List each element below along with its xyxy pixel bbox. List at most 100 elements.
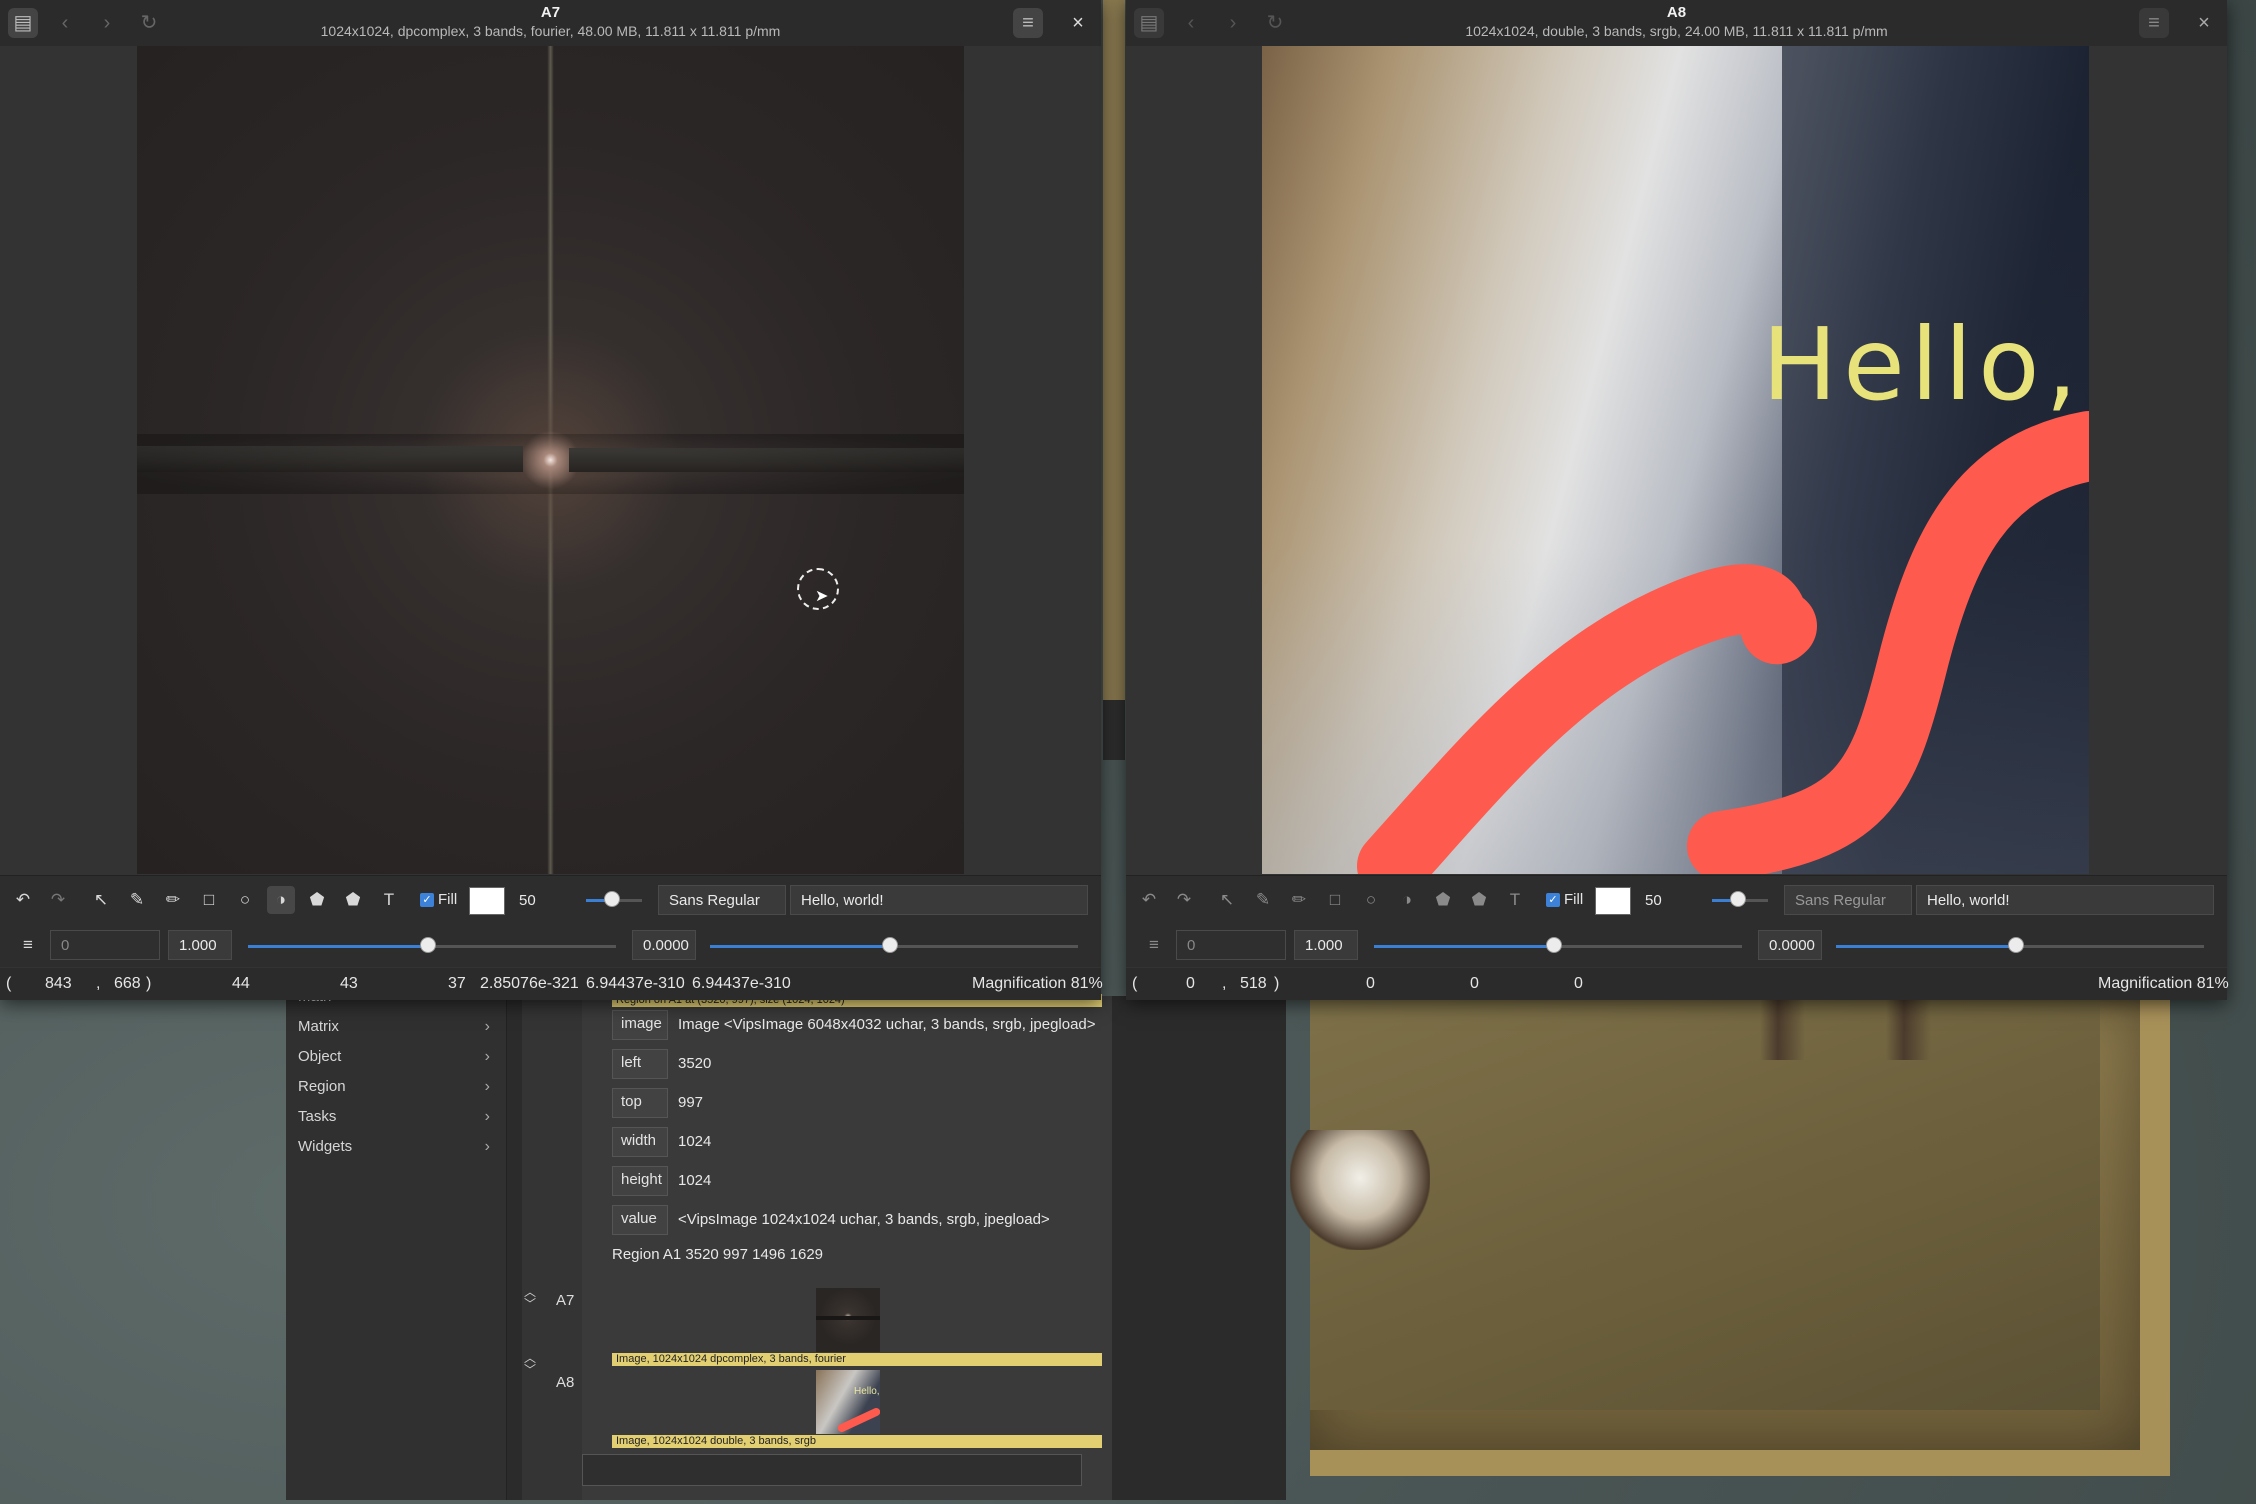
status-value-2: 0 [1470, 975, 1479, 992]
row-name-a8[interactable]: A8 [556, 1374, 574, 1391]
flood-tool-icon[interactable]: ◑ [1393, 886, 1421, 914]
paint-strokes [1357, 411, 2089, 874]
property-value[interactable]: Image <VipsImage 6048x4032 uchar, 3 band… [678, 1008, 1096, 1042]
brush-tool-icon[interactable]: ✎ [123, 886, 151, 914]
menu-item-matrix[interactable]: Matrix › [286, 1012, 506, 1042]
row-updown-control[interactable]: ︿ ﹀ [524, 1352, 536, 1376]
text-entry[interactable]: Hello, world! [790, 885, 1088, 915]
fill-shape-tool-icon[interactable]: ⬟ [303, 886, 331, 914]
property-value[interactable]: 3520 [678, 1047, 711, 1081]
slider-knob[interactable] [604, 891, 620, 907]
menu-item-widgets[interactable]: Widgets › [286, 1132, 506, 1162]
slider-knob[interactable] [420, 937, 436, 953]
brush-size-field[interactable]: 50 [508, 885, 568, 915]
chevron-right-icon: › [484, 1048, 490, 1065]
paint-toolbar: ↶ ↷ ↖ ✎ ✏ □ ○ ◑ ⬟ ⬟ T ✓ Fill 50 Sans Reg… [1126, 875, 2227, 939]
property-key: left [612, 1049, 668, 1079]
display-toolbar: ≡ 0 1.000 0.0000 [1126, 923, 2227, 967]
fill-checkbox[interactable]: ✓ [420, 893, 434, 907]
workspace-window: Math › Matrix › Object › Region › Tasks … [286, 988, 1286, 1500]
slider-knob[interactable] [1546, 937, 1562, 953]
window-subtitle: 1024x1024, dpcomplex, 3 bands, fourier, … [320, 23, 781, 39]
property-value[interactable]: 997 [678, 1086, 703, 1120]
image-viewer[interactable]: Hello, [1126, 46, 2227, 874]
slider-knob[interactable] [882, 937, 898, 953]
fill-shape-tool-icon[interactable]: ⬟ [1429, 886, 1457, 914]
page-spin[interactable]: 0 [1176, 930, 1286, 960]
rectangle-tool-icon[interactable]: □ [1321, 886, 1349, 914]
window-title: A8 [1666, 4, 1687, 21]
brush-tool-icon[interactable]: ✎ [1249, 886, 1277, 914]
fourier-image-canvas[interactable] [137, 46, 964, 874]
background-dark-strip [1103, 700, 1125, 760]
font-button[interactable]: Sans Regular 48 [1784, 885, 1912, 939]
menu-item-tasks[interactable]: Tasks › [286, 1102, 506, 1132]
redo-icon[interactable]: ↷ [1170, 886, 1198, 914]
scale-field[interactable]: 1.000 [1294, 930, 1358, 960]
offset-slider[interactable] [1836, 937, 2204, 953]
flood-tool-icon[interactable]: ◑ [267, 886, 295, 914]
brush-size-slider[interactable] [586, 891, 642, 907]
hamburger-menu-icon[interactable]: ≡ [1013, 8, 1043, 38]
command-entry[interactable] [582, 1454, 1082, 1486]
status-value-2: 43 [340, 975, 358, 992]
status-x: 0 [1186, 975, 1195, 992]
font-button[interactable]: Sans Regular 48 [658, 885, 786, 939]
undo-icon[interactable]: ↶ [9, 886, 37, 914]
display-menu-icon[interactable]: ≡ [14, 931, 42, 959]
slider-knob[interactable] [2008, 937, 2024, 953]
property-value[interactable]: 1024 [678, 1125, 711, 1159]
close-icon[interactable]: × [2189, 8, 2219, 38]
menu-item-object[interactable]: Object › [286, 1042, 506, 1072]
menu-item-label: Object [298, 1048, 342, 1065]
window-subtitle: 1024x1024, double, 3 bands, srgb, 24.00 … [1465, 23, 1888, 39]
scale-slider[interactable] [248, 937, 616, 953]
image-window-a8: ▤ ‹ › ↻ A8 1024x1024, double, 3 bands, s… [1126, 0, 2229, 1000]
hamburger-menu-icon[interactable]: ≡ [2139, 8, 2169, 38]
mouse-pointer-icon: ➤ [815, 588, 829, 605]
ellipse-tool-icon[interactable]: ○ [231, 886, 259, 914]
pen-tool-icon[interactable]: ✏ [1285, 886, 1313, 914]
select-tool-icon[interactable]: ↖ [87, 886, 115, 914]
fill-checkbox[interactable]: ✓ [1546, 893, 1560, 907]
close-icon[interactable]: × [1063, 8, 1093, 38]
row-updown-control[interactable]: ︿ ﹀ [524, 1286, 536, 1310]
status-bar: ( 843 , 668 ) 44 43 37 2.85076e-321 6.94… [0, 968, 1103, 1000]
bucket-tool-icon[interactable]: ⬟ [339, 886, 367, 914]
row-thumbnail-a7[interactable] [816, 1288, 880, 1352]
display-menu-icon[interactable]: ≡ [1140, 931, 1168, 959]
photo-image-canvas[interactable]: Hello, [1262, 46, 2089, 874]
font-name: Sans Regular [1795, 892, 1886, 909]
menu-item-label: Widgets [298, 1138, 353, 1155]
offset-field[interactable]: 0.0000 [632, 930, 696, 960]
text-tool-icon[interactable]: T [1501, 886, 1529, 914]
rectangle-tool-icon[interactable]: □ [195, 886, 223, 914]
slider-fill [1374, 945, 1554, 948]
chevron-right-icon: › [484, 1018, 490, 1035]
page-spin[interactable]: 0 [50, 930, 160, 960]
scale-field[interactable]: 1.000 [168, 930, 232, 960]
text-tool-icon[interactable]: T [375, 886, 403, 914]
bucket-tool-icon[interactable]: ⬟ [1465, 886, 1493, 914]
menu-item-region[interactable]: Region › [286, 1072, 506, 1102]
row-name-a7[interactable]: A7 [556, 1292, 574, 1309]
select-tool-icon[interactable]: ↖ [1213, 886, 1241, 914]
row-thumbnail-a8[interactable]: Hello, [816, 1370, 880, 1434]
property-value[interactable]: 1024 [678, 1164, 711, 1198]
image-viewer[interactable]: ➤ [0, 46, 1101, 874]
slider-knob[interactable] [1730, 891, 1746, 907]
offset-slider[interactable] [710, 937, 1078, 953]
pen-tool-icon[interactable]: ✏ [159, 886, 187, 914]
property-key: width [612, 1127, 668, 1157]
ink-color-swatch[interactable] [469, 887, 505, 915]
ink-color-swatch[interactable] [1595, 887, 1631, 915]
scale-slider[interactable] [1374, 937, 1742, 953]
undo-icon[interactable]: ↶ [1135, 886, 1163, 914]
region-definition-line[interactable]: Region A1 3520 997 1496 1629 [612, 1246, 823, 1263]
brush-size-slider[interactable] [1712, 891, 1768, 907]
text-entry[interactable]: Hello, world! [1916, 885, 2214, 915]
brush-size-field[interactable]: 50 [1634, 885, 1694, 915]
offset-field[interactable]: 0.0000 [1758, 930, 1822, 960]
redo-icon[interactable]: ↷ [44, 886, 72, 914]
ellipse-tool-icon[interactable]: ○ [1357, 886, 1385, 914]
